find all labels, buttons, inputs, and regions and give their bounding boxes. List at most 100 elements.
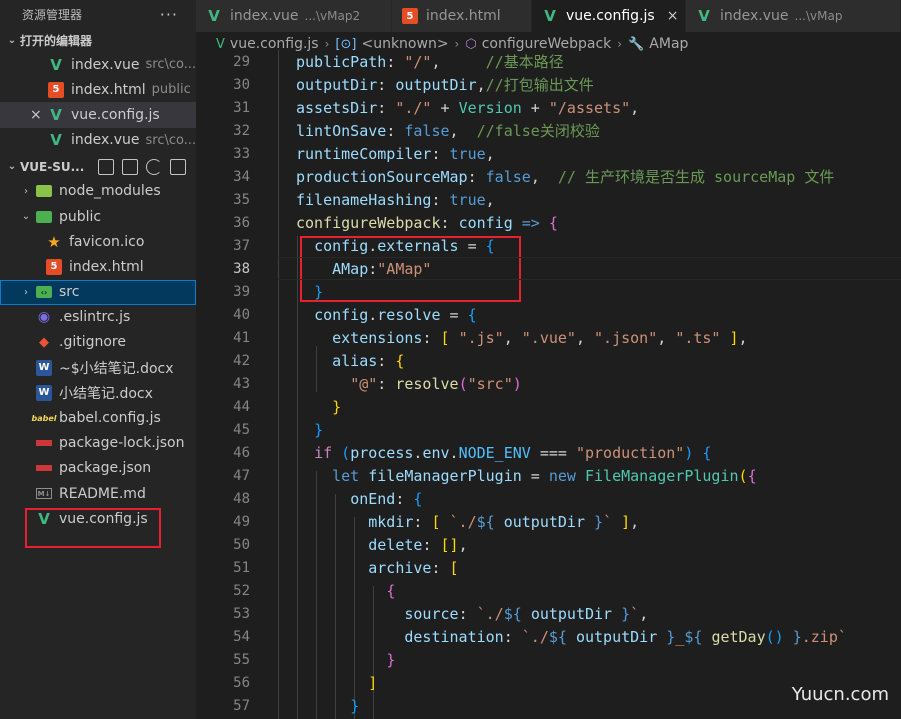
code-text: runtimeCompiler: true, bbox=[296, 144, 495, 163]
code-line[interactable]: 32 lintOnSave: false, //false关闭校验 bbox=[196, 119, 901, 142]
tree-folder[interactable]: › ‹› src bbox=[0, 279, 196, 305]
new-folder-icon[interactable] bbox=[122, 158, 139, 175]
code-line[interactable]: 40 config.resolve = { bbox=[196, 303, 901, 326]
open-editor-item[interactable]: Vindex.vue src\co... bbox=[0, 52, 196, 77]
editor-tab[interactable]: Vvue.config.js × bbox=[532, 0, 686, 32]
code-line[interactable]: 34 productionSourceMap: false, // 生产环境是否生… bbox=[196, 165, 901, 188]
code-line[interactable]: 38 AMap:"AMap" bbox=[196, 257, 901, 280]
code-text: config.resolve = { bbox=[314, 305, 477, 324]
code-line[interactable]: 48 onEnd: { bbox=[196, 487, 901, 510]
code-line[interactable]: 42 alias: { bbox=[196, 349, 901, 372]
tree-folder[interactable]: › node_modules bbox=[0, 179, 196, 204]
collapse-all-icon[interactable] bbox=[170, 158, 187, 175]
editor-tab[interactable]: 5 index.html bbox=[392, 0, 532, 32]
tree-folder[interactable]: ⌄ public bbox=[0, 204, 196, 229]
code-line[interactable]: 47 let fileManagerPlugin = new FileManag… bbox=[196, 464, 901, 487]
file-name: favicon.ico bbox=[69, 233, 145, 250]
code-line[interactable]: 53 source: `./${ outputDir }`, bbox=[196, 602, 901, 625]
file-name: ~$小结笔记.docx bbox=[59, 360, 174, 377]
html-icon: 5 bbox=[402, 8, 418, 24]
chevron-down-icon[interactable]: ⌄ bbox=[20, 211, 32, 222]
chevron-right-icon[interactable]: › bbox=[20, 186, 32, 197]
code-line[interactable]: 54 destination: `./${ outputDir }_${ get… bbox=[196, 625, 901, 648]
tree-file[interactable]: babel babel.config.js bbox=[0, 405, 196, 430]
code-line[interactable]: 31 assetsDir: "./" + Version + "/assets", bbox=[196, 96, 901, 119]
file-name: vue.config.js bbox=[71, 106, 160, 123]
line-number: 34 bbox=[233, 168, 250, 185]
tree-file[interactable]: 5 index.html bbox=[0, 254, 196, 279]
file-name: index.html bbox=[71, 81, 146, 98]
open-editor-item[interactable]: × Vvue.config.js bbox=[0, 102, 196, 128]
refresh-icon[interactable] bbox=[146, 158, 163, 175]
chevron-right-icon[interactable]: › bbox=[20, 287, 32, 298]
code-line[interactable]: 55 } bbox=[196, 648, 901, 671]
project-label: VUE-SU... bbox=[20, 159, 85, 174]
tree-file[interactable]: ◉ .eslintrc.js bbox=[0, 305, 196, 330]
close-icon[interactable]: × bbox=[667, 8, 679, 24]
open-editor-item[interactable]: Vindex.vue src\co... bbox=[0, 128, 196, 153]
code-editor[interactable]: 29 publicPath: "/", //基本路径 30 outputDir: ou… bbox=[196, 50, 901, 719]
editor-tab[interactable]: Vindex.vue ...\vMap bbox=[686, 0, 901, 32]
line-number: 50 bbox=[233, 536, 250, 553]
line-number: 32 bbox=[233, 122, 250, 139]
code-text: } bbox=[350, 696, 360, 715]
code-text: let fileManagerPlugin = new FileManagerP… bbox=[332, 466, 757, 485]
line-number: 33 bbox=[233, 145, 250, 162]
vue-icon: V bbox=[50, 131, 62, 150]
project-actions bbox=[98, 158, 187, 175]
line-number: 52 bbox=[233, 582, 250, 599]
tree-file[interactable]: package.json bbox=[0, 456, 196, 481]
line-number: 56 bbox=[233, 674, 250, 691]
line-number: 40 bbox=[233, 306, 250, 323]
code-text: extensions: [ ".js", ".vue", ".json", ".… bbox=[332, 328, 748, 347]
tree-file[interactable]: W 小结笔记.docx bbox=[0, 380, 196, 405]
project-header[interactable]: ⌄ VUE-SU... bbox=[0, 155, 196, 179]
line-number: 38 bbox=[233, 260, 250, 277]
code-line[interactable]: 45 } bbox=[196, 418, 901, 441]
tree-file[interactable]: package-lock.json bbox=[0, 431, 196, 456]
tree-file[interactable]: M↓ README.md bbox=[0, 481, 196, 506]
code-line[interactable]: 33 runtimeCompiler: true, bbox=[196, 142, 901, 165]
code-line[interactable]: 52 { bbox=[196, 579, 901, 602]
code-text: archive: [ bbox=[368, 558, 459, 577]
open-editors-header[interactable]: ⌄ 打开的编辑器 bbox=[0, 28, 196, 52]
code-text: destination: `./${ outputDir }_${ getDay… bbox=[404, 627, 847, 646]
file-name: index.vue bbox=[71, 56, 140, 73]
code-line[interactable]: 43 "@": resolve("src") bbox=[196, 372, 901, 395]
line-number: 46 bbox=[233, 444, 250, 461]
more-actions-icon[interactable]: ··· bbox=[160, 5, 178, 24]
editor-tab[interactable]: Vindex.vue ...\vMap2 bbox=[196, 0, 392, 32]
explorer-sidebar: 资源管理器 ··· ⌄ 打开的编辑器 Vindex.vue src\co... 5 i… bbox=[0, 0, 196, 719]
file-name: node_modules bbox=[59, 183, 161, 200]
code-text: productionSourceMap: false, // 生产环境是否生成 … bbox=[296, 168, 835, 186]
vue-icon: V bbox=[698, 7, 710, 25]
vue-icon: V bbox=[50, 55, 62, 74]
code-line[interactable]: 50 delete: [], bbox=[196, 533, 901, 556]
code-line[interactable]: 35 filenameHashing: true, bbox=[196, 188, 901, 211]
close-icon[interactable]: × bbox=[30, 107, 42, 123]
word-icon: W bbox=[36, 384, 52, 401]
file-path-description: public bbox=[151, 82, 191, 98]
line-number: 29 bbox=[233, 53, 250, 70]
code-line[interactable]: 30 outputDir: outputDir,//打包输出文件 bbox=[196, 73, 901, 96]
code-line[interactable]: 41 extensions: [ ".js", ".vue", ".json",… bbox=[196, 326, 901, 349]
word-icon: W bbox=[36, 359, 52, 376]
line-number: 35 bbox=[233, 191, 250, 208]
code-line[interactable]: 51 archive: [ bbox=[196, 556, 901, 579]
tree-file[interactable]: W ~$小结笔记.docx bbox=[0, 355, 196, 380]
open-editor-item[interactable]: 5 index.html public bbox=[0, 77, 196, 102]
code-line[interactable]: 46 if (process.env.NODE_ENV === "product… bbox=[196, 441, 901, 464]
code-line[interactable]: 37 config.externals = { bbox=[196, 234, 901, 257]
code-line[interactable]: 49 mkdir: [ `./${ outputDir }` ], bbox=[196, 510, 901, 533]
tree-file[interactable]: ★ favicon.ico bbox=[0, 229, 196, 254]
code-line[interactable]: 36 configureWebpack: config => { bbox=[196, 211, 901, 234]
explorer-title: 资源管理器 bbox=[22, 7, 83, 22]
tree-file[interactable]: ◆ .gitignore bbox=[0, 330, 196, 355]
code-line[interactable]: 39 } bbox=[196, 280, 901, 303]
npm-icon bbox=[36, 465, 52, 472]
line-number: 44 bbox=[233, 398, 250, 415]
code-line[interactable]: 29 publicPath: "/", //基本路径 bbox=[196, 50, 901, 73]
new-file-icon[interactable] bbox=[98, 158, 115, 175]
line-number: 47 bbox=[233, 467, 250, 484]
code-line[interactable]: 44 } bbox=[196, 395, 901, 418]
